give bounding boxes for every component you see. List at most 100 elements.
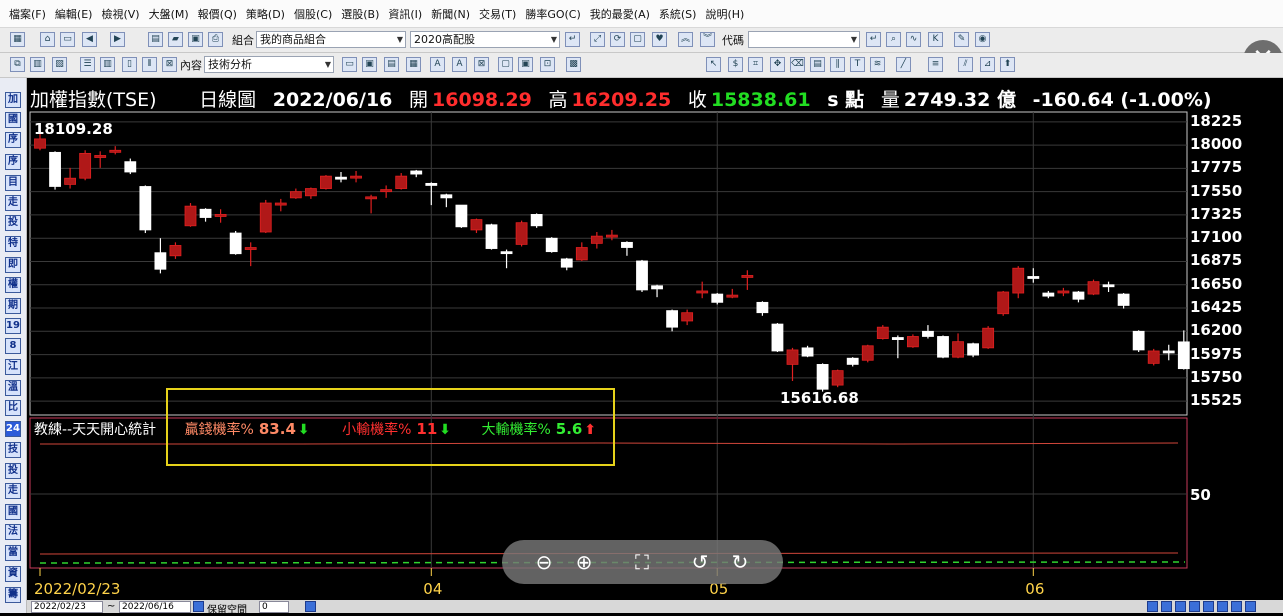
chart-period: 日線圖 [199,89,257,111]
candle-body [485,224,498,249]
candle-body [1147,350,1160,364]
candle-body [184,205,197,227]
quote-header: 加權指數(TSE) 日線圖 2022/06/16 開 16098.29 高 1620… [30,85,1222,111]
candle-body [169,245,182,257]
candle-body [590,235,603,244]
settings-icon[interactable] [1231,601,1242,612]
high-label: 高 [548,89,568,111]
candle-body [425,182,438,186]
y-tick-label: 15975 [1190,344,1243,363]
candle-body [380,189,393,193]
highlight-box [166,388,615,466]
candle-body [606,234,618,238]
candle-body [199,208,212,218]
keep-space-input[interactable]: 0 [259,601,289,613]
candle-body [711,293,724,303]
indicator-name: 教練--天天開心統計 [34,422,157,438]
y-tick-label: 18000 [1190,135,1243,154]
candle-body [410,170,423,175]
candle-body [259,202,272,233]
y-tick-label: 17775 [1190,158,1243,177]
candle-body [289,191,302,199]
candle-body [1087,281,1100,295]
y-tick-label: 15525 [1190,391,1243,410]
undo-icon[interactable] [1217,601,1228,612]
candle-body [621,241,633,248]
date-to-input[interactable]: 2022/06/16 [119,601,191,613]
bottom-bar: 2022/02/23 ~ 2022/06/16 保留空間 0 [27,600,1283,616]
open-value: 16098.29 [432,89,532,111]
candle-body [651,285,663,290]
pan-right-icon[interactable] [1175,601,1186,612]
candle-body [756,301,769,314]
candle-body [681,312,694,322]
candle-body [907,336,919,348]
bell-icon[interactable] [1245,601,1256,612]
candle-body [109,149,122,153]
candle-body [124,161,137,173]
candle-body [636,260,648,291]
candle-body [1117,293,1130,306]
candle-body [1057,290,1070,294]
candle-body [274,202,287,206]
candle-body [64,177,76,185]
candle-body [395,175,408,189]
max-price-label: 18109.28 [34,120,113,138]
candle-body [696,290,709,294]
rotate-left-icon[interactable]: ↺ [687,549,713,575]
image-zoom-controls: ⊖ ⊕ ⛶ ↺ ↻ [502,540,783,584]
candle-body [741,275,754,278]
candle-body [967,343,979,356]
candle-body [771,323,784,352]
candles [34,133,1190,392]
quote-date: 2022/06/16 [272,89,393,111]
x-tick-label: 04 [423,580,443,598]
candle-body [1132,330,1145,351]
y-tick-label: 16425 [1190,298,1243,317]
candle-body [937,336,949,358]
candle-body [1027,276,1040,279]
y-tick-label: 16200 [1190,321,1243,340]
candle-body [997,291,1010,315]
candle-body [1072,291,1085,300]
zoom-in-icon[interactable]: ⊕ [571,549,597,575]
candle-body [94,155,107,158]
candle-body [229,232,242,255]
change-value: -160.64 (-1.00%) [1032,89,1212,111]
candle-body [560,258,573,268]
candle-body [455,204,468,228]
zoom-plus-icon[interactable] [1189,601,1200,612]
zoom-minus-icon[interactable] [1203,601,1214,612]
unit-label: s 點 [827,89,865,111]
candle-body [891,337,904,340]
candle-body [982,327,995,349]
candle-body [876,326,889,339]
candle-body [515,222,528,245]
zoom-out-icon[interactable]: ⊖ [531,549,557,575]
pan-left-icon[interactable] [1161,601,1172,612]
y-tick-label: 15750 [1190,367,1243,386]
date-tilde: ~ [107,601,116,612]
scroll-right-icon[interactable] [1147,601,1158,612]
candle-body [34,138,46,149]
candle-body [952,341,964,358]
candle-body [846,357,859,365]
candle-body [1162,350,1175,354]
rotate-right-icon[interactable]: ↻ [727,549,753,575]
candle-body [304,188,317,197]
date-from-input[interactable]: 2022/02/23 [31,601,103,613]
candle-body [139,186,152,231]
candle-body [861,345,874,361]
candle-body [1012,267,1025,294]
indicator-ytick: 50 [1190,486,1211,504]
y-tick-label: 17100 [1190,228,1243,247]
candle-body [440,194,453,199]
volume-label: 量 [880,89,900,111]
candle-body [1042,292,1055,297]
candle-body [154,252,167,270]
go-icon[interactable] [193,601,204,612]
candle-body [1102,284,1115,288]
fit-screen-icon[interactable]: ⛶ [629,549,655,575]
apply-icon[interactable] [305,601,316,612]
candle-body [350,175,362,179]
